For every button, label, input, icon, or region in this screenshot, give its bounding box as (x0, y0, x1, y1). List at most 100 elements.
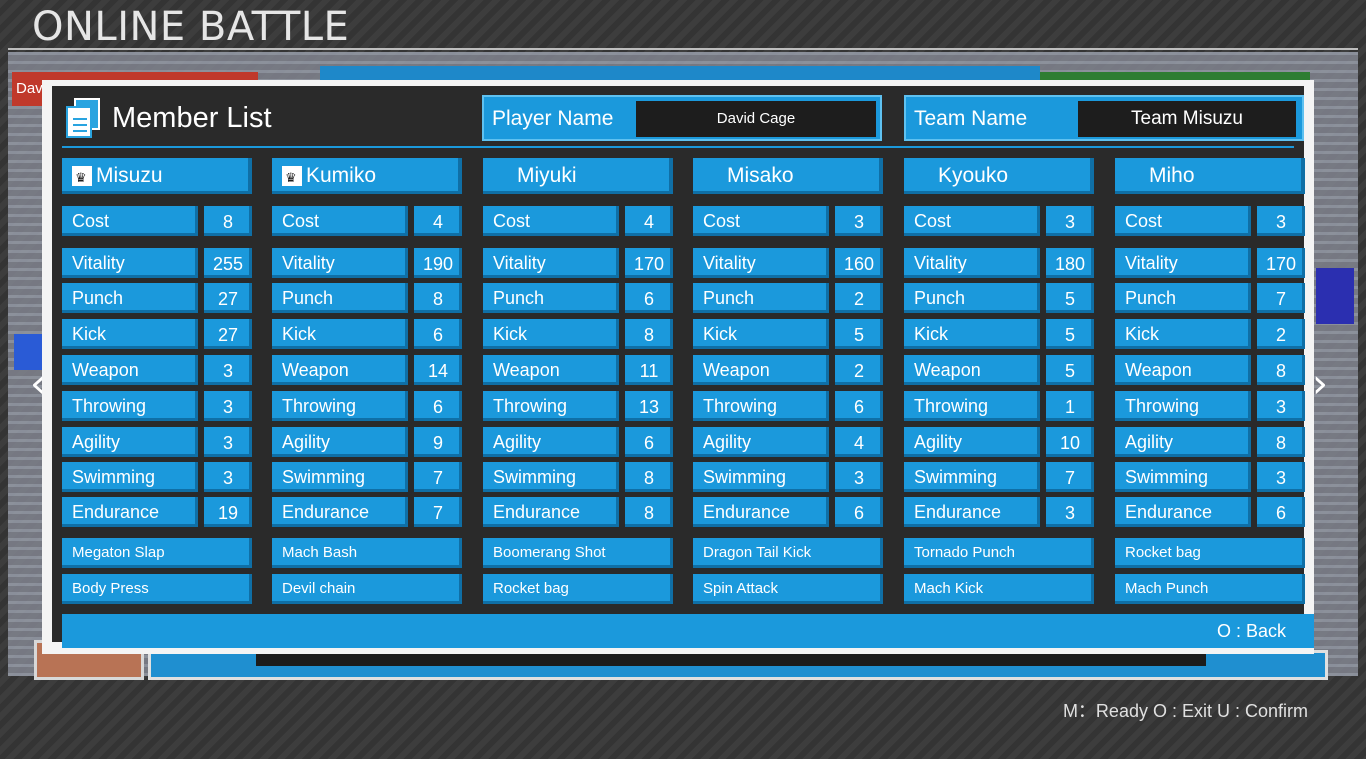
stat-row-punch: Punch 6 (483, 283, 673, 313)
stat-row-punch: Punch 2 (693, 283, 883, 313)
stat-row-punch: Punch 5 (904, 283, 1094, 313)
stat-label: Swimming (272, 462, 408, 492)
stat-row-throwing: Throwing 13 (483, 391, 673, 421)
stat-value: 8 (1257, 355, 1305, 385)
stat-row-punch: Punch 27 (62, 283, 252, 313)
stat-row-agility: Agility 3 (62, 427, 252, 457)
stat-value: 6 (625, 283, 673, 313)
member-card: ♛ Kumiko Cost 4 Vitality 190 Punch 8 Kick 6 Weapon… (272, 158, 462, 604)
stat-value: 27 (204, 319, 252, 349)
stat-value: 8 (1257, 427, 1305, 457)
stat-label: Swimming (483, 462, 619, 492)
stat-row-weapon: Weapon 11 (483, 355, 673, 385)
stat-value: 180 (1046, 248, 1094, 278)
stat-value: 255 (204, 248, 252, 278)
stat-row-kick: Kick 27 (62, 319, 252, 349)
stat-value: 27 (204, 283, 252, 313)
stat-label: Agility (62, 427, 198, 457)
stat-row-agility: Agility 6 (483, 427, 673, 457)
player-name-field: Player Name David Cage (482, 95, 882, 141)
stat-row-cost: Cost 3 (693, 206, 883, 236)
member-card: ♛ Misuzu Cost 8 Vitality 255 Punch 27 Kick 27 Weap… (62, 158, 252, 604)
stat-label: Swimming (904, 462, 1040, 492)
controls-hint: M：Ready O : Exit U : Confirm (1062, 701, 1308, 721)
screen-title: ONLINE BATTLE (32, 4, 350, 50)
stat-row-weapon: Weapon 2 (693, 355, 883, 385)
stat-value: 3 (1046, 206, 1094, 236)
stat-label: Endurance (62, 497, 198, 527)
stat-label: Throwing (904, 391, 1040, 421)
skill-name: Spin Attack (693, 574, 883, 604)
stat-row-throwing: Throwing 3 (62, 391, 252, 421)
stat-row-vitality: Vitality 255 (62, 248, 252, 278)
stat-label: Cost (693, 206, 829, 236)
stat-value: 19 (204, 497, 252, 527)
stat-value: 8 (625, 462, 673, 492)
stat-row-throwing: Throwing 6 (693, 391, 883, 421)
stat-label: Throwing (693, 391, 829, 421)
stat-value: 8 (625, 319, 673, 349)
stat-label: Punch (693, 283, 829, 313)
stat-row-agility: Agility 10 (904, 427, 1094, 457)
stat-label: Throwing (483, 391, 619, 421)
stat-label: Kick (1115, 319, 1251, 349)
stat-row-cost: Cost 4 (483, 206, 673, 236)
stat-value: 8 (625, 497, 673, 527)
stat-label: Endurance (693, 497, 829, 527)
stat-row-endurance: Endurance 6 (1115, 497, 1305, 527)
stat-row-kick: Kick 5 (904, 319, 1094, 349)
skill-name: Rocket bag (1115, 538, 1305, 568)
stat-value: 13 (625, 391, 673, 421)
stat-label: Cost (1115, 206, 1251, 236)
stat-value: 8 (204, 206, 252, 236)
stat-label: Swimming (1115, 462, 1251, 492)
stat-row-throwing: Throwing 3 (1115, 391, 1305, 421)
stat-row-cost: Cost 3 (1115, 206, 1305, 236)
stat-label: Cost (62, 206, 198, 236)
skill-name: Devil chain (272, 574, 462, 604)
member-name-box: ♛ Kumiko (272, 158, 462, 194)
stat-row-weapon: Weapon 3 (62, 355, 252, 385)
stat-value: 3 (1257, 391, 1305, 421)
stat-row-agility: Agility 4 (693, 427, 883, 457)
stat-row-vitality: Vitality 190 (272, 248, 462, 278)
panel-header: Member List (64, 96, 272, 140)
panel-title: Member List (112, 101, 272, 134)
stat-value: 3 (204, 462, 252, 492)
stat-value: 9 (414, 427, 462, 457)
team-name-label: Team Name (914, 107, 1028, 130)
skill-name: Dragon Tail Kick (693, 538, 883, 568)
stat-value: 170 (1257, 248, 1305, 278)
stat-label: Kick (62, 319, 198, 349)
stat-value: 6 (414, 391, 462, 421)
stat-value: 5 (1046, 283, 1094, 313)
stat-value: 3 (835, 206, 883, 236)
stat-value: 2 (1257, 319, 1305, 349)
crown-icon: ♛ (72, 166, 92, 186)
member-name: Misako (727, 164, 794, 187)
stat-row-cost: Cost 3 (904, 206, 1094, 236)
stat-label: Endurance (904, 497, 1040, 527)
stat-label: Agility (1115, 427, 1251, 457)
member-name: Kumiko (306, 164, 377, 187)
stat-row-weapon: Weapon 5 (904, 355, 1094, 385)
stat-value: 3 (835, 462, 883, 492)
stat-row-swimming: Swimming 3 (62, 462, 252, 492)
stat-label: Throwing (62, 391, 198, 421)
back-hint[interactable]: O : Back (1217, 614, 1286, 648)
stat-label: Weapon (1115, 355, 1251, 385)
stat-label: Endurance (272, 497, 408, 527)
stat-value: 10 (1046, 427, 1094, 457)
member-card: Misako Cost 3 Vitality 160 Punch 2 Kick 5 Weapon 2… (693, 158, 883, 604)
team-name-value: Team Misuzu (1078, 101, 1296, 137)
stat-label: Punch (904, 283, 1040, 313)
stat-value: 7 (1257, 283, 1305, 313)
member-card: Miyuki Cost 4 Vitality 170 Punch 6 Kick 8 Weapon 1… (483, 158, 673, 604)
stat-value: 6 (625, 427, 673, 457)
stat-row-vitality: Vitality 160 (693, 248, 883, 278)
member-name-box: Miyuki (483, 158, 673, 194)
stat-label: Vitality (693, 248, 829, 278)
skill-name: Megaton Slap (62, 538, 252, 568)
stat-value: 3 (204, 391, 252, 421)
stat-value: 7 (1046, 462, 1094, 492)
